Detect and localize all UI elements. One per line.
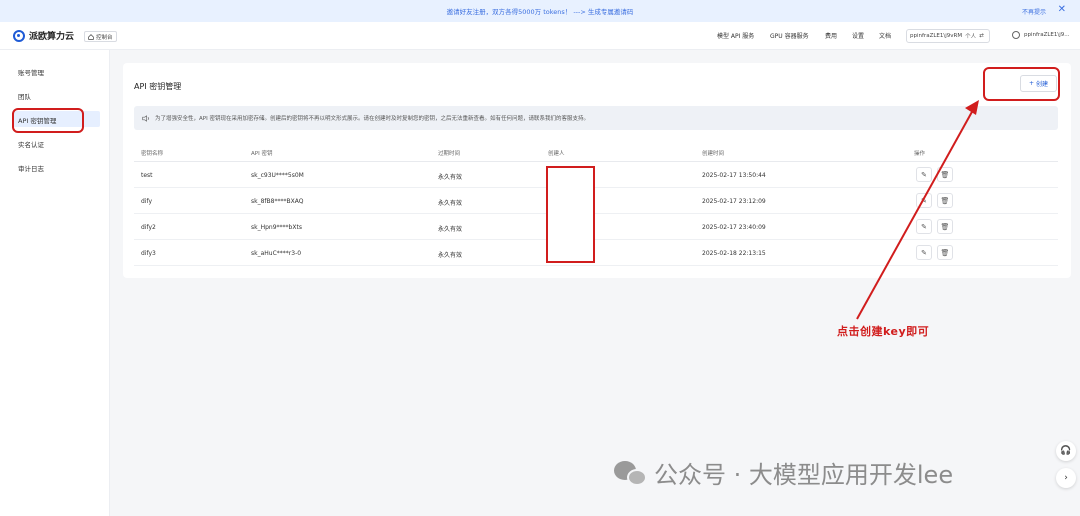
chevron-right-icon[interactable]: › [1056,468,1076,488]
annotation-arrow [856,100,979,320]
annotation-text: 点击创建key即可 [837,325,930,338]
watermark-text: 公众号 · 大模型应用开发lee [654,461,954,489]
headset-icon[interactable]: 🎧 [1056,441,1076,461]
watermark: 公众号 · 大模型应用开发lee [614,455,953,490]
wechat-icon [614,459,648,487]
